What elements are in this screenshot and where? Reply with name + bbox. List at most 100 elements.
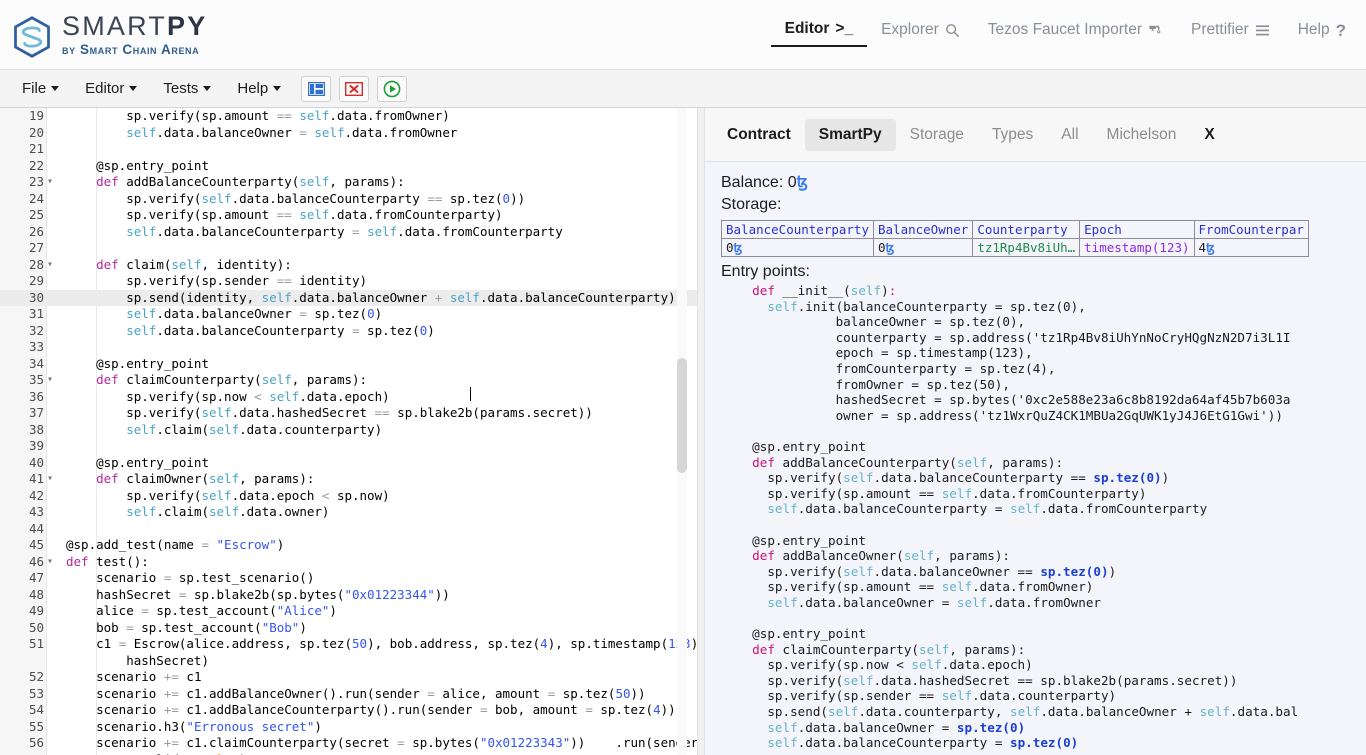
code-line[interactable]: 38 self.claim(self.data.counterparty)	[0, 422, 697, 439]
code-line[interactable]: 39	[0, 438, 697, 455]
code-text: @sp.add_test(name = "Escrow")	[66, 537, 285, 552]
code-line[interactable]: 37 sp.verify(self.data.hashedSecret == s…	[0, 405, 697, 422]
question-mark-icon: ?	[1335, 20, 1346, 40]
line-number	[0, 653, 56, 670]
line-number: 48	[28, 586, 44, 602]
code-text: self.data.balanceOwner = self.data.fromO…	[126, 124, 458, 140]
code-lines[interactable]: 19 sp.verify(sp.amount == self.data.from…	[0, 108, 697, 755]
code-line[interactable]: 47 scenario = sp.test_scenario()	[0, 570, 697, 587]
code-editor-pane[interactable]: 19 sp.verify(sp.amount == self.data.from…	[0, 108, 697, 755]
menu-file[interactable]: File	[10, 76, 71, 101]
menu-editor[interactable]: Editor	[73, 76, 149, 101]
code-line[interactable]: 54 scenario += c1.addBalanceCounterparty…	[0, 702, 697, 719]
storage-table-row: 0ꜩ 0ꜩ tz1Rp4Bv8iUh… timestamp(123) 4ꜩ	[721, 238, 1309, 257]
code-line[interactable]: 50 bob = sp.test_account("Bob")	[0, 620, 697, 637]
code-line[interactable]: 48 hashSecret = sp.blake2b(sp.bytes("0x0…	[0, 587, 697, 604]
output-tab-x[interactable]: X	[1190, 119, 1228, 151]
storage-table-header-row: BalanceCounterparty BalanceOwner Counterpa…	[721, 220, 1309, 239]
code-text: hashSecret)	[66, 652, 209, 668]
code-line[interactable]: 42 sp.verify(self.data.epoch < sp.now)	[0, 488, 697, 505]
code-line[interactable]: 49 alice = sp.test_account("Alice")	[0, 603, 697, 620]
menu-help-label: Help	[237, 80, 269, 97]
code-line[interactable]: 53 scenario += c1.addBalanceOwner().run(…	[0, 686, 697, 703]
code-line[interactable]: 24 sp.verify(self.data.balanceCounterpar…	[0, 191, 697, 208]
code-line[interactable]: 46 ▾ def test():	[0, 554, 697, 571]
output-tab-smartpy[interactable]: SmartPy	[804, 118, 896, 151]
line-number: 26	[28, 223, 44, 239]
topnav-item-tezos-faucet-importer[interactable]: Tezos Faucet Importer	[974, 17, 1177, 46]
code-line[interactable]: 26 self.data.balanceCounterparty = self.…	[0, 224, 697, 241]
code-text: sp.verify(sp.amount == self.data.fromCou…	[66, 207, 503, 222]
code-line[interactable]: 52 scenario += c1	[0, 669, 697, 686]
code-text: alice = sp.test_account("Alice")	[66, 603, 337, 618]
code-line[interactable]: hashSecret)	[0, 653, 697, 670]
topnav-label-faucet: Tezos Faucet Importer	[987, 21, 1142, 38]
run-button[interactable]	[377, 75, 408, 102]
output-tab-contract[interactable]: Contract	[713, 119, 805, 151]
output-tab-michelson[interactable]: Michelson	[1093, 119, 1191, 151]
code-text: self.data.balanceOwner = sp.tez(0)	[126, 306, 383, 321]
code-line[interactable]: 25 sp.verify(sp.amount == self.data.from…	[0, 207, 697, 224]
code-line[interactable]: 51 c1 = Escrow(alice.address, sp.tez(50)…	[0, 636, 697, 653]
line-number: 40	[28, 454, 44, 470]
topnav-item-editor[interactable]: Editor >_	[770, 16, 868, 47]
topnav-item-prettifier[interactable]: Prettifier	[1177, 17, 1284, 46]
code-line[interactable]: 41 ▾ def claimOwner(self, params):	[0, 471, 697, 488]
line-number: 45	[28, 537, 44, 552]
code-line[interactable]: 31 self.data.balanceOwner = sp.tez(0)	[0, 306, 697, 323]
code-line[interactable]: 32 self.data.balanceCounterparty = sp.te…	[0, 323, 697, 340]
line-number: 42	[28, 487, 44, 503]
balance-label: Balance:	[721, 174, 784, 191]
brand-title: SMARTPY	[62, 11, 207, 41]
code-line[interactable]: 29 sp.verify(sp.sender == identity)	[0, 273, 697, 290]
storage-cell: 4ꜩ	[1193, 238, 1309, 257]
code-text: scenario += c1.addBalanceOwner().run(sen…	[66, 685, 646, 701]
code-text: def claimOwner(self, params):	[96, 471, 315, 486]
code-line[interactable]: 44	[0, 521, 697, 538]
menu-tests[interactable]: Tests	[151, 76, 223, 101]
menu-help[interactable]: Help	[225, 76, 293, 101]
line-number: 30	[28, 289, 44, 305]
line-number	[0, 752, 56, 755]
output-tab-storage[interactable]: Storage	[896, 119, 978, 151]
line-number: 33	[28, 339, 44, 354]
editor-scrollbar-thumb[interactable]	[677, 358, 687, 473]
code-line[interactable]: 45 @sp.add_test(name = "Escrow")	[0, 537, 697, 554]
pane-divider[interactable]	[697, 108, 705, 755]
code-line[interactable]: 21	[0, 141, 697, 158]
line-number: 20	[28, 124, 44, 140]
top-navigation: Editor >_ Explorer Tezos Faucet Importer…	[770, 16, 1360, 47]
topnav-item-explorer[interactable]: Explorer	[867, 17, 974, 46]
code-line[interactable]: 20 self.data.balanceOwner = self.data.fr…	[0, 125, 697, 142]
code-line[interactable]: 28 ▾ def claim(self, identity):	[0, 257, 697, 274]
output-tab-types[interactable]: Types	[978, 119, 1047, 151]
line-number: 35 ▾	[28, 372, 53, 387]
line-number: 49	[28, 603, 44, 618]
code-line[interactable]: 36 sp.verify(sp.now < self.data.epoch)	[0, 389, 697, 406]
code-line[interactable]: 33	[0, 339, 697, 356]
code-text: scenario.h3("Erronous secret")	[66, 718, 322, 734]
code-line[interactable]: 35 ▾ def claimCounterparty(self, params):	[0, 372, 697, 389]
code-line[interactable]: , valid = False)	[0, 752, 697, 755]
stop-button[interactable]	[339, 75, 370, 102]
code-text: @sp.entry_point	[66, 355, 209, 371]
code-line[interactable]: 34 @sp.entry_point	[0, 356, 697, 373]
code-line[interactable]: 27	[0, 240, 697, 257]
code-line[interactable]: 55 scenario.h3("Erronous secret")	[0, 719, 697, 736]
topnav-item-help[interactable]: Help ?	[1284, 17, 1360, 46]
output-tab-all[interactable]: All	[1047, 119, 1092, 151]
code-line[interactable]: 23 ▾ def addBalanceCounterparty(self, par…	[0, 174, 697, 191]
code-scroll-area[interactable]: 19 sp.verify(sp.amount == self.data.from…	[0, 108, 697, 755]
line-number: 51	[28, 636, 44, 651]
code-line[interactable]: 19 sp.verify(sp.amount == self.data.from…	[0, 108, 697, 125]
code-line[interactable]: 40 @sp.entry_point	[0, 455, 697, 472]
topnav-label-editor: Editor	[784, 20, 830, 37]
code-line[interactable]: 22 @sp.entry_point	[0, 158, 697, 175]
code-line[interactable]: 56 scenario += c1.claimCounterparty(secr…	[0, 735, 697, 752]
code-text: self.data.balanceCounterparty = sp.tez(0…	[126, 322, 435, 338]
code-line[interactable]: 30 sp.send(identity, self.data.balanceOw…	[0, 289, 697, 306]
layout-toggle-button[interactable]	[301, 75, 332, 102]
code-line[interactable]: 43 self.claim(self.data.owner)	[0, 504, 697, 521]
